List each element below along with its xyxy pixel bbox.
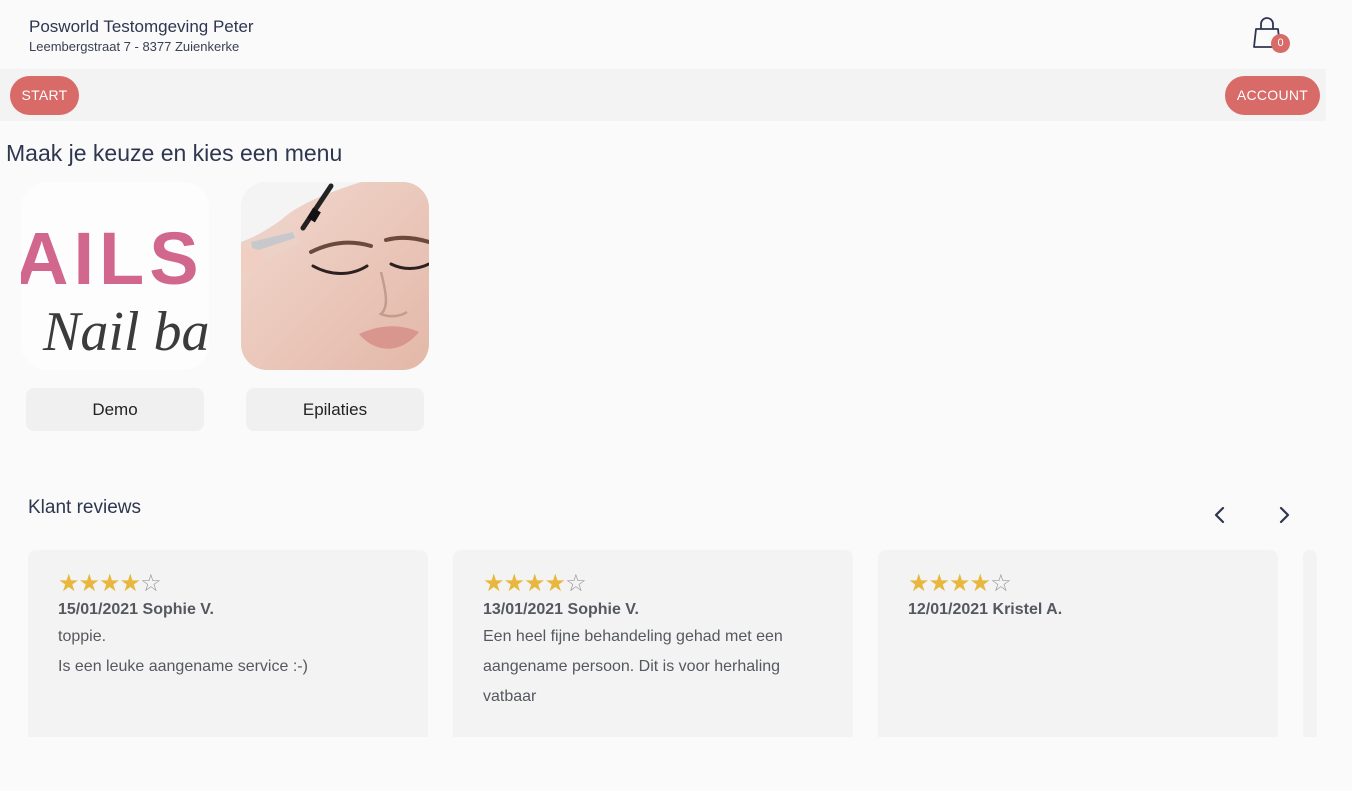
review-text: Een heel fijne behandeling gehad met een…	[483, 622, 823, 712]
cart-count-badge: 0	[1271, 34, 1290, 53]
star-filled-icon: ★	[119, 570, 141, 597]
account-button[interactable]: ACCOUNT	[1225, 76, 1320, 115]
star-rating: ★★★★☆	[58, 570, 398, 598]
review-header: 13/01/2021 Sophie V.	[483, 601, 639, 618]
chevron-right-icon[interactable]	[1272, 503, 1296, 527]
star-filled-icon: ★	[908, 570, 929, 597]
review-header: 15/01/2021 Sophie V.	[58, 601, 214, 618]
star-filled-icon: ★	[99, 570, 120, 597]
menu-button-demo[interactable]: Demo	[26, 388, 204, 431]
chevron-left-icon[interactable]	[1208, 503, 1232, 527]
review-card: ★★★★☆ 13/01/2021 Sophie V. Een heel fijn…	[453, 550, 853, 737]
review-card-partial	[1303, 550, 1317, 737]
page-title: Maak je keuze en kies een menu	[6, 140, 343, 166]
shop-address: Leembergstraat 7 - 8377 Zuienkerke	[29, 39, 240, 54]
star-filled-icon: ★	[483, 570, 504, 597]
review-card: ★★★★☆ 15/01/2021 Sophie V. toppie. Is ee…	[28, 550, 428, 737]
star-rating: ★★★★☆	[908, 570, 1248, 598]
reviews-title: Klant reviews	[28, 497, 141, 518]
review-line: Een heel fijne behandeling gehad met een	[483, 628, 783, 645]
navbar: START ACCOUNT	[0, 69, 1326, 121]
review-line: aangename persoon. Dit is voor herhaling	[483, 658, 781, 675]
star-rating: ★★★★☆	[483, 570, 823, 598]
header: Posworld Testomgeving Peter Leembergstra…	[0, 0, 1352, 68]
review-line: vatbaar	[483, 688, 537, 705]
star-empty-icon: ☆	[990, 570, 1011, 597]
star-filled-icon: ★	[969, 570, 991, 597]
logo-text-top: AILS	[21, 217, 204, 300]
star-filled-icon: ★	[949, 570, 970, 597]
star-empty-icon: ☆	[140, 570, 161, 597]
review-card: ★★★★☆ 12/01/2021 Kristel A.	[878, 550, 1278, 737]
review-line: toppie.	[58, 628, 107, 645]
star-filled-icon: ★	[524, 570, 545, 597]
menu-button-epilaties[interactable]: Epilaties	[246, 388, 424, 431]
star-filled-icon: ★	[928, 570, 950, 597]
shop-name: Posworld Testomgeving Peter	[29, 17, 254, 36]
review-header: 12/01/2021 Kristel A.	[908, 601, 1063, 618]
star-filled-icon: ★	[503, 570, 525, 597]
cart-button[interactable]: 0	[1252, 16, 1292, 54]
star-filled-icon: ★	[544, 570, 566, 597]
star-filled-icon: ★	[78, 570, 100, 597]
logo-text-bottom: Nail bar	[42, 301, 209, 363]
start-button[interactable]: START	[10, 76, 79, 115]
review-line: Is een leuke aangename service :-)	[58, 658, 308, 675]
star-filled-icon: ★	[58, 570, 79, 597]
menu-image-demo[interactable]: AILS Nail bar	[21, 182, 209, 370]
star-empty-icon: ☆	[565, 570, 586, 597]
review-text: toppie. Is een leuke aangename service :…	[58, 622, 398, 682]
menu-image-epilaties[interactable]	[241, 182, 429, 370]
